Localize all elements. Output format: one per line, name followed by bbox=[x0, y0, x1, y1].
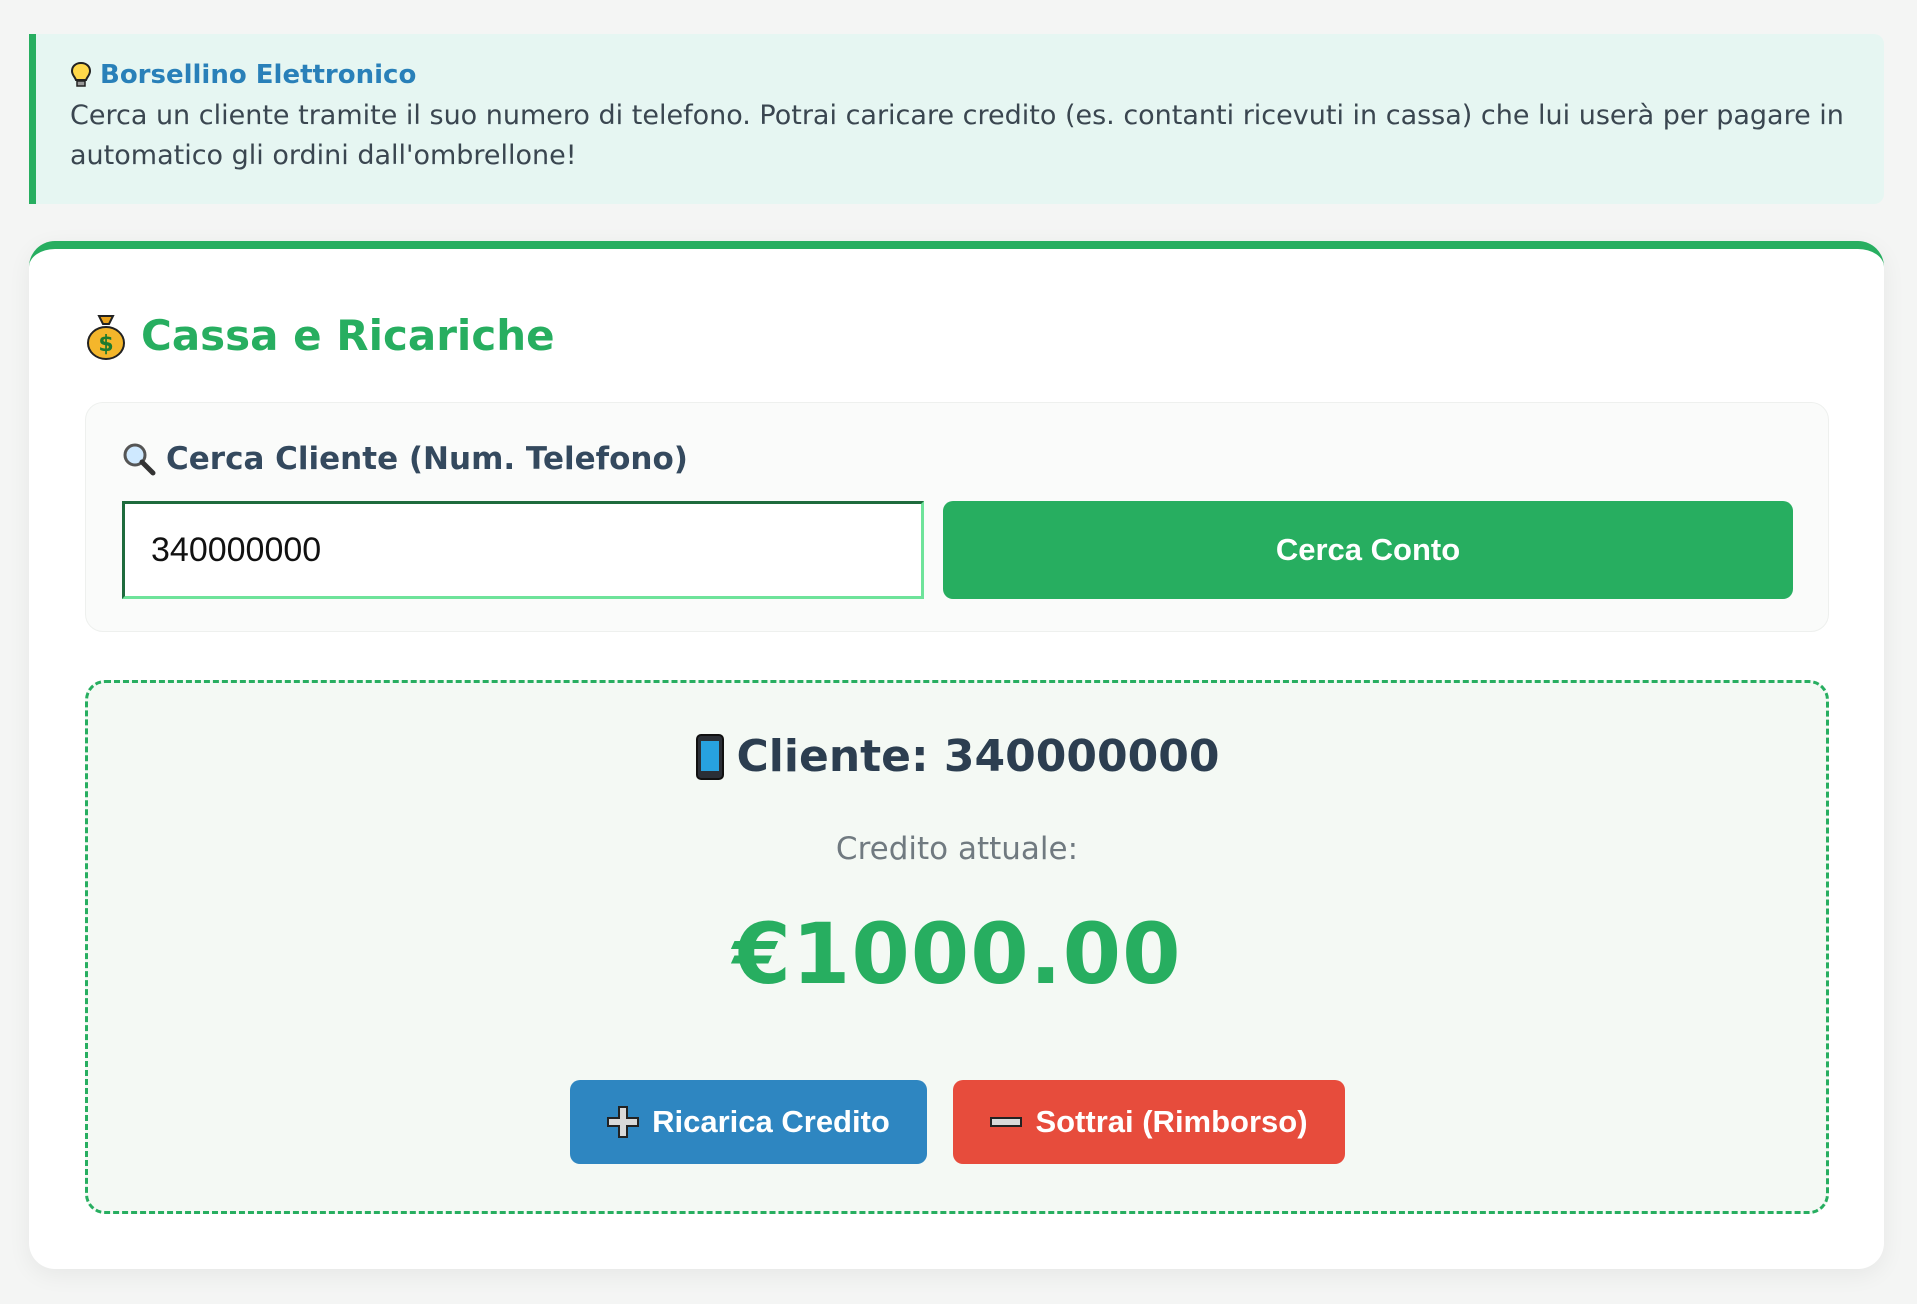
refund-button[interactable]: Sottrai (Rimborso) bbox=[952, 1080, 1345, 1164]
search-label: Cerca Cliente (Num. Telefono) bbox=[166, 441, 688, 477]
credit-value: €1000.00 bbox=[732, 905, 1182, 1003]
plus-icon bbox=[606, 1105, 640, 1139]
search-account-button[interactable]: Cerca Conto bbox=[943, 501, 1793, 599]
cash-card: $ Cassa e Ricariche Cerca Cliente (Num. … bbox=[29, 241, 1884, 1269]
client-title: Cliente: 340000000 bbox=[736, 731, 1220, 782]
mobile-phone-icon bbox=[695, 733, 725, 781]
lightbulb-icon bbox=[70, 61, 92, 89]
info-title: Borsellino Elettronico bbox=[100, 60, 417, 90]
info-description: Cerca un cliente tramite il suo numero d… bbox=[70, 100, 1844, 171]
magnifier-icon bbox=[122, 442, 156, 476]
phone-search-input[interactable] bbox=[122, 501, 924, 599]
info-title-row: Borsellino Elettronico bbox=[70, 60, 1844, 90]
card-title: Cassa e Ricariche bbox=[141, 311, 555, 360]
client-actions: Ricarica Credito Sottrai (Rimborso) bbox=[88, 1080, 1826, 1164]
money-bag-icon: $ bbox=[85, 312, 127, 360]
svg-text:$: $ bbox=[98, 332, 113, 357]
client-panel: Cliente: 340000000 Credito attuale: €100… bbox=[85, 680, 1829, 1214]
recharge-credit-label: Ricarica Credito bbox=[652, 1104, 890, 1139]
search-label-row: Cerca Cliente (Num. Telefono) bbox=[122, 441, 688, 477]
search-panel: Cerca Cliente (Num. Telefono) Cerca Cont… bbox=[85, 402, 1829, 632]
card-title-row: $ Cassa e Ricariche bbox=[85, 311, 555, 360]
minus-icon bbox=[989, 1115, 1023, 1129]
credit-label: Credito attuale: bbox=[835, 831, 1079, 867]
refund-label: Sottrai (Rimborso) bbox=[1035, 1104, 1308, 1139]
info-banner: Borsellino Elettronico Cerca un cliente … bbox=[29, 34, 1884, 204]
recharge-credit-button[interactable]: Ricarica Credito bbox=[569, 1080, 927, 1164]
client-title-row: Cliente: 340000000 bbox=[88, 731, 1826, 782]
